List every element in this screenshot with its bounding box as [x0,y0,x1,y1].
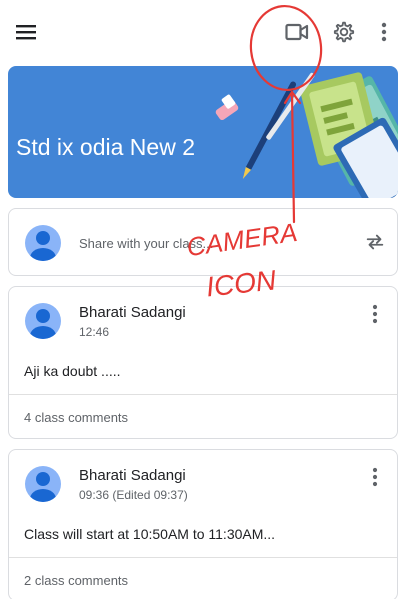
avatar [25,225,61,261]
repost-icon [366,234,384,250]
video-call-button[interactable] [280,16,314,48]
more-options-button[interactable] [372,16,396,48]
post-author: Bharati Sadangi [79,467,186,484]
post-text: Aji ka doubt ..... [24,363,121,379]
menu-icon [16,25,36,40]
repost-button[interactable] [364,231,390,255]
settings-button[interactable] [328,16,360,48]
class-comments-link[interactable]: 4 class comments [24,410,128,425]
video-camera-icon [285,23,309,41]
more-vert-icon [372,304,378,324]
menu-button[interactable] [10,18,42,46]
app-bar [0,0,398,62]
class-comments-link[interactable]: 2 class comments [24,573,128,588]
post-time: 12:46 [79,325,110,339]
more-vert-icon [381,22,387,42]
share-placeholder[interactable]: Share with your class... [79,236,213,251]
share-with-class-box[interactable]: Share with your class... [8,208,398,276]
post-time: 09:36 (Edited 09:37) [79,488,188,502]
post-text: Class will start at 10:50AM to 11:30AM..… [24,526,276,542]
class-title[interactable]: Std ix odia New 2 [16,134,195,161]
stream-post[interactable]: Bharati Sadangi 09:36 (Edited 09:37) Cla… [8,449,398,599]
banner-illustration [215,72,398,198]
post-more-button[interactable] [365,301,385,327]
author-avatar [25,466,61,502]
more-vert-icon [372,467,378,487]
divider [9,394,397,395]
post-author: Bharati Sadangi [79,304,186,321]
post-more-button[interactable] [365,464,385,490]
gear-icon [333,21,355,43]
class-banner[interactable] [8,66,398,198]
author-avatar [25,303,61,339]
divider [9,557,397,558]
stream-post[interactable]: Bharati Sadangi 12:46 Aji ka doubt .....… [8,286,398,439]
